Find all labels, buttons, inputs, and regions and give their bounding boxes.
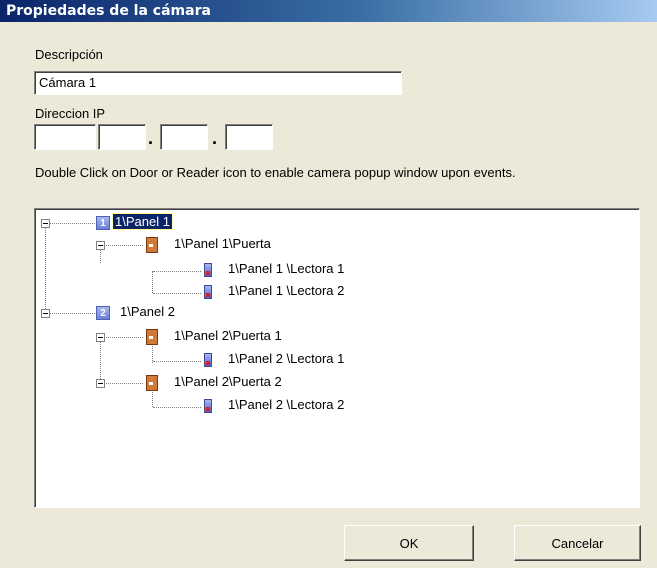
description-field[interactable]: Cámara 1 — [34, 71, 402, 95]
window-title: Propiedades de la cámara — [6, 3, 211, 19]
tree-line — [103, 337, 143, 338]
tree-line — [152, 271, 153, 293]
tree-line — [47, 223, 95, 224]
reader-icon[interactable] — [204, 285, 212, 299]
tree-line — [103, 383, 143, 384]
collapse-toggle[interactable] — [96, 241, 105, 250]
door-icon[interactable] — [146, 375, 158, 391]
collapse-toggle[interactable] — [41, 219, 50, 228]
cancel-button[interactable]: Cancelar — [514, 525, 641, 561]
ip-octet-3[interactable] — [160, 124, 208, 150]
tree-node-door[interactable]: 1\Panel 1\Puerta — [172, 236, 273, 251]
ip-separator-2: . — [148, 128, 154, 148]
tree-line — [47, 313, 95, 314]
device-tree[interactable]: 1 1\Panel 1 1\Panel 1\Puerta 1\Panel 1 \… — [34, 208, 640, 508]
tree-node-panel-2[interactable]: 1\Panel 2 — [118, 304, 177, 319]
tree-line — [153, 271, 201, 272]
tree-node-reader[interactable]: 1\Panel 2 \Lectora 2 — [226, 397, 346, 412]
tree-line — [103, 245, 143, 246]
door-icon[interactable] — [146, 237, 158, 253]
door-icon[interactable] — [146, 329, 158, 345]
ok-button[interactable]: OK — [344, 525, 474, 561]
ip-label: Direccion IP — [35, 106, 106, 121]
hint-text: Double Click on Door or Reader icon to e… — [35, 165, 516, 180]
tree-node-panel-1[interactable]: 1\Panel 1 — [112, 213, 173, 230]
collapse-toggle[interactable] — [96, 333, 105, 342]
tree-line — [100, 339, 101, 383]
title-bar[interactable]: Propiedades de la cámara — [0, 0, 657, 22]
tree-line — [153, 361, 201, 362]
reader-icon[interactable] — [204, 353, 212, 367]
collapse-toggle[interactable] — [96, 379, 105, 388]
reader-icon[interactable] — [204, 399, 212, 413]
reader-icon[interactable] — [204, 263, 212, 277]
tree-node-reader[interactable]: 1\Panel 1 \Lectora 1 — [226, 261, 346, 276]
ip-octet-4[interactable] — [225, 124, 273, 150]
tree-line — [153, 293, 201, 294]
panel-icon[interactable]: 1 — [96, 216, 110, 230]
description-label: Descripción — [35, 47, 103, 62]
tree-node-door[interactable]: 1\Panel 2\Puerta 1 — [172, 328, 284, 343]
panel-icon[interactable]: 2 — [96, 306, 110, 320]
ip-separator-3: . — [212, 128, 218, 148]
tree-line — [45, 223, 46, 311]
ip-octet-2[interactable] — [98, 124, 146, 150]
ip-octet-1[interactable] — [34, 124, 96, 150]
collapse-toggle[interactable] — [41, 309, 50, 318]
tree-node-reader[interactable]: 1\Panel 1 \Lectora 2 — [226, 283, 346, 298]
tree-node-door[interactable]: 1\Panel 2\Puerta 2 — [172, 374, 284, 389]
tree-node-reader[interactable]: 1\Panel 2 \Lectora 1 — [226, 351, 346, 366]
tree-line — [153, 407, 201, 408]
